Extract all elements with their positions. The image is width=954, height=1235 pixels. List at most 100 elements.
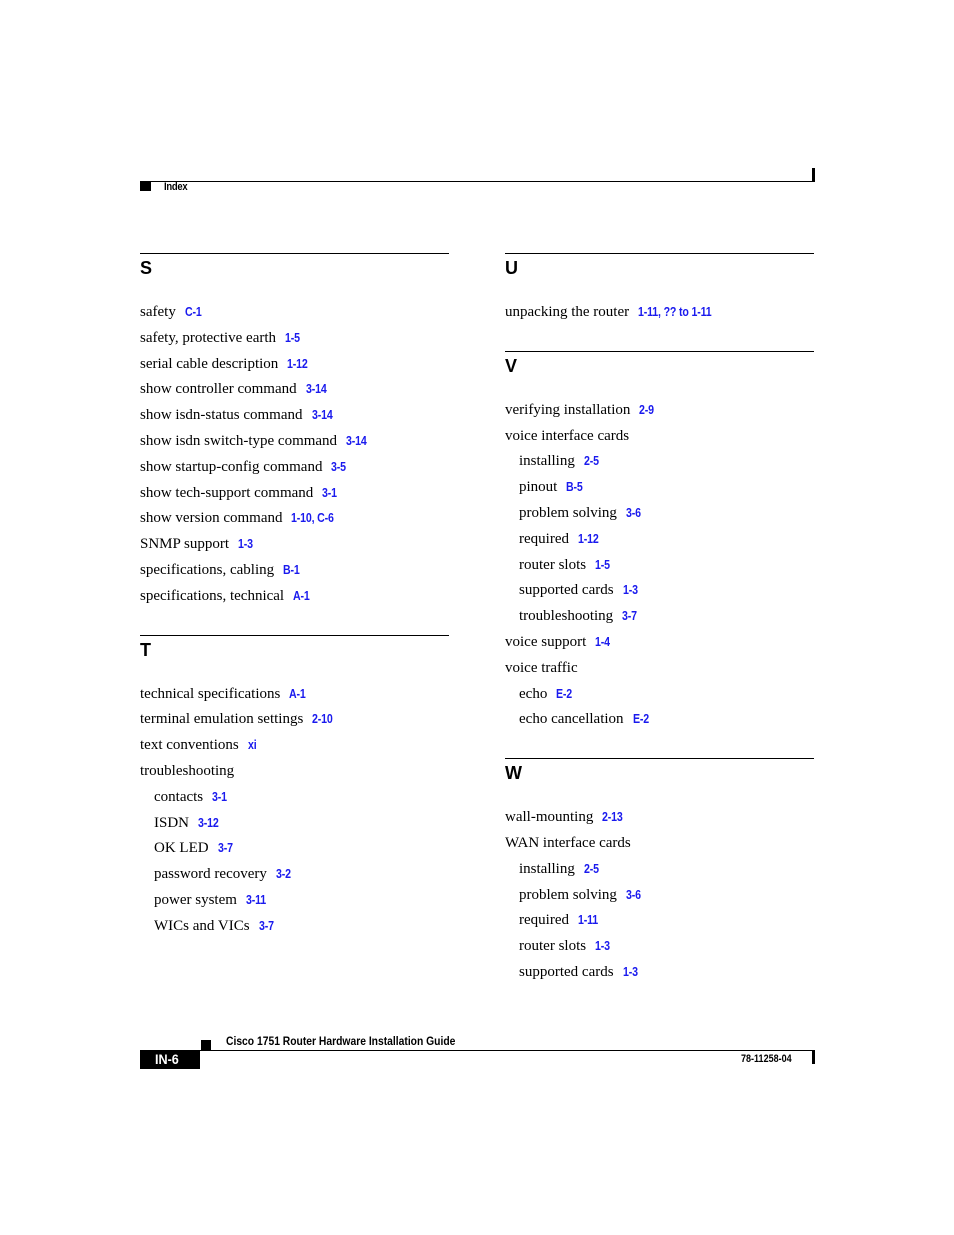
footer-corner-tick <box>812 1050 815 1064</box>
index-entry-list: wall-mounting 2-13 WAN interface cards inst… <box>505 805 814 986</box>
index-term: troubleshooting <box>519 608 614 625</box>
page-reference-link[interactable]: A-1 <box>289 682 306 708</box>
page-reference-link[interactable]: 3-6 <box>626 883 641 909</box>
page-reference-link[interactable]: 3-14 <box>346 429 367 455</box>
index-entry: serial cable description 1-12 <box>140 352 449 378</box>
index-entry: specifications, technical A-1 <box>140 584 449 610</box>
page-reference-link[interactable]: 1-11 <box>578 908 598 934</box>
index-entry: specifications, cabling B-1 <box>140 558 449 584</box>
index-term: required <box>519 530 569 547</box>
page-reference-link[interactable]: 2-5 <box>584 449 599 475</box>
section-rule <box>505 253 814 254</box>
section-letter-heading: U <box>505 258 518 278</box>
page-reference-link[interactable]: xi <box>248 733 257 759</box>
page-reference-link[interactable]: 1-12 <box>287 352 308 378</box>
page-reference-link[interactable]: 3-5 <box>331 455 346 481</box>
index-term: wall-mounting <box>505 809 594 826</box>
page-reference-link[interactable]: 1-10, C-6 <box>291 506 334 532</box>
page-reference-link[interactable]: 1-3 <box>623 578 638 604</box>
index-subentry: router slots 1-5 <box>505 553 814 579</box>
index-entry-list: verifying installation 2-9 voice interface… <box>505 398 814 733</box>
index-term: serial cable description <box>140 355 279 372</box>
footer-rule <box>200 1050 815 1051</box>
index-entry: show controller command 3-14 <box>140 377 449 403</box>
index-subentry: power system 3-11 <box>140 888 449 914</box>
index-term: specifications, technical <box>140 587 285 604</box>
section-rule <box>505 758 814 760</box>
index-entry: voice interface cards <box>505 424 814 450</box>
index-subentry: echo cancellation E-2 <box>505 707 814 733</box>
index-term: OK LED <box>154 840 209 857</box>
page-reference-link[interactable]: 2-9 <box>639 398 654 424</box>
page-reference-link[interactable]: A-1 <box>293 584 310 610</box>
page-reference-link[interactable]: 1-5 <box>285 326 300 352</box>
index-term: voice interface cards <box>505 427 630 444</box>
section-letter-heading: T <box>140 639 151 660</box>
page-reference-link[interactable]: 3-7 <box>622 604 637 630</box>
index-term: echo cancellation <box>519 711 624 728</box>
page-reference-link[interactable]: B-1 <box>283 558 300 584</box>
index-entry: show tech-support command 3-1 <box>140 481 449 507</box>
index-term: verifying installation <box>505 401 631 418</box>
index-entry-list: technical specifications A-1 terminal emul… <box>140 682 449 940</box>
page-reference-link[interactable]: 3-1 <box>212 785 227 811</box>
index-entry: text conventions xi <box>140 733 449 759</box>
page-reference-link[interactable]: 1-5 <box>595 553 610 579</box>
page-reference-link[interactable]: 1-3 <box>595 934 610 960</box>
page-reference-link[interactable]: 2-5 <box>584 857 599 883</box>
index-term: router slots <box>519 938 587 955</box>
footer-marker-square <box>201 1040 211 1050</box>
index-term: problem solving <box>519 886 617 903</box>
index-entry-list: safety C-1 safety, protective earth 1-5 seri… <box>140 300 449 610</box>
page-reference-link[interactable]: 3-7 <box>218 836 233 862</box>
index-term: password recovery <box>154 866 267 883</box>
page-reference-link[interactable]: 3-11 <box>246 888 266 914</box>
page-reference-link[interactable]: 3-2 <box>276 862 291 888</box>
index-entry: safety C-1 <box>140 300 449 326</box>
page-reference-link[interactable]: 1-3 <box>238 532 253 558</box>
page-reference-link[interactable]: 1-12 <box>578 527 599 553</box>
index-entry: SNMP support 1-3 <box>140 532 449 558</box>
page-reference-link[interactable]: 2-13 <box>602 805 623 831</box>
index-subentry: required 1-12 <box>505 527 814 553</box>
index-term: show version command <box>140 510 283 527</box>
index-subentry: installing 2-5 <box>505 857 814 883</box>
index-subentry: OK LED 3-7 <box>140 836 449 862</box>
document-number: 78-11258-04 <box>741 1053 792 1065</box>
index-entry: show version command 1-10, C-6 <box>140 506 449 532</box>
index-term: supported cards <box>519 582 614 599</box>
index-subentry: problem solving 3-6 <box>505 501 814 527</box>
index-term: technical specifications <box>140 685 281 702</box>
index-subentry: WICs and VICs 3-7 <box>140 914 449 940</box>
page-reference-link[interactable]: E-2 <box>556 682 572 708</box>
section-letter-heading: W <box>505 763 522 784</box>
index-term: show tech-support command <box>140 484 314 501</box>
header-marker-square <box>140 182 151 191</box>
page-reference-link[interactable]: C-1 <box>185 300 202 326</box>
index-term: WAN interface cards <box>505 834 631 851</box>
index-entry: troubleshooting <box>140 759 449 785</box>
page-reference-link[interactable]: 3-6 <box>626 501 641 527</box>
index-term: show isdn switch-type command <box>140 432 338 449</box>
page-reference-link[interactable]: 3-14 <box>306 377 327 403</box>
page-reference-link[interactable]: 3-1 <box>322 481 337 507</box>
index-term: problem solving <box>519 504 617 521</box>
page-reference-link[interactable]: B-5 <box>566 475 583 501</box>
index-term: voice support <box>505 633 587 650</box>
left-index-column: Ssafety C-1 safety, protective earth 1-5 ser… <box>140 253 449 940</box>
page-reference-link[interactable]: 1-4 <box>595 630 610 656</box>
page-reference-link[interactable]: 3-14 <box>312 403 333 429</box>
page-reference-link[interactable]: 3-12 <box>198 811 219 837</box>
page-reference-link[interactable]: E-2 <box>633 707 649 733</box>
index-subentry: problem solving 3-6 <box>505 883 814 909</box>
page-reference-link[interactable]: 1-11, ?? to 1-11 <box>638 300 712 326</box>
page-reference-link[interactable]: 3-7 <box>259 914 274 940</box>
page-reference-link[interactable]: 1-3 <box>623 960 638 986</box>
index-entry: WAN interface cards <box>505 831 814 857</box>
page-reference-link[interactable]: 2-10 <box>312 707 333 733</box>
index-subentry: supported cards 1-3 <box>505 578 814 604</box>
index-term: power system <box>154 891 237 908</box>
index-term: router slots <box>519 556 587 573</box>
running-header-label: Index <box>164 181 188 193</box>
index-section-w: Wwall-mounting 2-13 WAN interface cards ins… <box>505 758 814 986</box>
